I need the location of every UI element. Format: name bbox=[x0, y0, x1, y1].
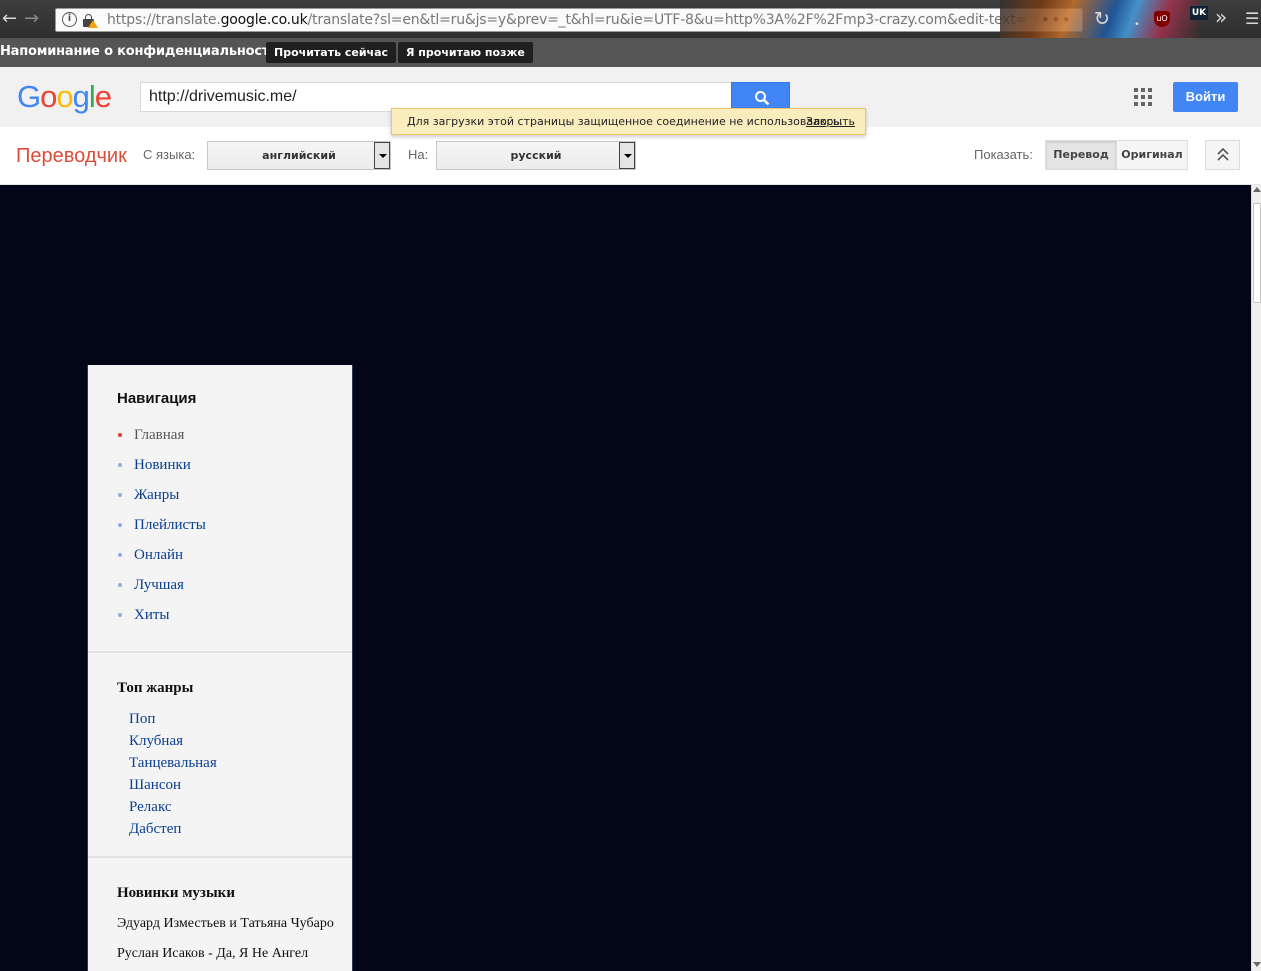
from-language-label: С языка: bbox=[143, 147, 196, 162]
dropdown-arrow-icon[interactable] bbox=[619, 142, 635, 169]
show-label: Показать: bbox=[974, 147, 1033, 162]
notice-close-link[interactable]: Закрыть bbox=[806, 109, 855, 134]
page-scrollbar[interactable] bbox=[1251, 185, 1261, 971]
nav-item-best[interactable]: Лучшая bbox=[117, 577, 352, 607]
url-suffix: /translate?sl=en&tl=ru&js=y&prev=_t&hl=r… bbox=[307, 12, 1028, 28]
navigation-section: Навигация Главная Новинки Жанры Плейлист… bbox=[88, 365, 352, 653]
new-music-section: Новинки музыки Эдуард Изместьев и Татьян… bbox=[88, 858, 352, 971]
new-track-link[interactable]: Руслан Исаков - Да, Я Не Ангел bbox=[117, 946, 352, 971]
apps-grid-icon[interactable] bbox=[1134, 88, 1152, 106]
browser-toolbar: ← → i https://translate.google.co.uk/tra… bbox=[0, 0, 1261, 38]
genre-list: Поп Клубная Танцевальная Шансон Релакс Д… bbox=[117, 711, 352, 843]
logo-letter: o bbox=[56, 79, 73, 114]
dropdown-arrow-icon[interactable] bbox=[374, 142, 390, 169]
scroll-thumb[interactable] bbox=[1253, 203, 1261, 303]
notice-text: Для загрузки этой страницы защищенное со… bbox=[407, 115, 843, 128]
logo-letter: o bbox=[40, 79, 57, 114]
logo-letter: g bbox=[72, 79, 90, 114]
nav-item-genres[interactable]: Жанры bbox=[117, 487, 352, 517]
to-language-label: На: bbox=[408, 147, 429, 162]
collapse-toolbar-button[interactable] bbox=[1205, 140, 1240, 170]
back-icon[interactable]: ← bbox=[2, 8, 17, 30]
genre-link[interactable]: Клубная bbox=[129, 733, 352, 755]
ublock-icon[interactable]: uO bbox=[1154, 11, 1170, 27]
nav-item-home[interactable]: Главная bbox=[117, 427, 352, 457]
translator-bar: Переводчик С языка: английский На: русск… bbox=[0, 127, 1261, 185]
read-now-button[interactable]: Прочитать сейчас bbox=[266, 42, 397, 63]
to-language-select[interactable]: русский bbox=[436, 141, 636, 170]
reload-icon[interactable]: ↻ bbox=[1094, 8, 1110, 30]
search-icon bbox=[755, 91, 770, 106]
genre-link[interactable]: Дабстеп bbox=[129, 821, 352, 843]
from-language-select[interactable]: английский bbox=[207, 141, 391, 170]
nav-item-new[interactable]: Новинки bbox=[117, 457, 352, 487]
scroll-down-icon[interactable] bbox=[1253, 962, 1261, 967]
info-icon[interactable]: i bbox=[62, 12, 77, 27]
url-text[interactable]: https://translate.google.co.uk/translate… bbox=[107, 12, 1027, 28]
privacy-reminder-text: Напоминание о конфиденциальности bbox=[0, 44, 279, 59]
genre-link[interactable]: Танцевальная bbox=[129, 755, 352, 777]
insecure-lock-icon[interactable] bbox=[83, 14, 98, 28]
read-later-button[interactable]: Я прочитаю позже bbox=[398, 42, 533, 63]
scroll-up-icon[interactable] bbox=[1253, 187, 1261, 192]
navigation-list: Главная Новинки Жанры Плейлисты Онлайн Л… bbox=[117, 427, 352, 637]
top-genres-section: Топ жанры Поп Клубная Танцевальная Шансо… bbox=[88, 653, 352, 858]
double-chevron-up-icon bbox=[1217, 148, 1229, 161]
address-bar[interactable]: i https://translate.google.co.uk/transla… bbox=[55, 8, 1083, 32]
insecure-connection-notice: Для загрузки этой страницы защищенное со… bbox=[391, 108, 866, 135]
top-genres-title: Топ жанры bbox=[117, 680, 194, 696]
url-prefix: https://translate. bbox=[107, 12, 221, 28]
new-track-link[interactable]: Эдуард Изместьев и Татьяна Чубаро bbox=[117, 916, 352, 946]
genre-link[interactable]: Шансон bbox=[129, 777, 352, 799]
logo-letter: G bbox=[17, 79, 41, 114]
hamburger-menu-icon[interactable]: ☰ bbox=[1245, 8, 1259, 30]
site-sidebar: Навигация Главная Новинки Жанры Плейлист… bbox=[87, 365, 353, 971]
translated-page-frame: Навигация Главная Новинки Жанры Плейлист… bbox=[0, 185, 1251, 971]
genre-link[interactable]: Релакс bbox=[129, 799, 352, 821]
genre-link[interactable]: Поп bbox=[129, 711, 352, 733]
nav-item-hits[interactable]: Хиты bbox=[117, 607, 352, 637]
show-original-button[interactable]: Оригинал bbox=[1116, 140, 1188, 170]
google-logo[interactable]: Google bbox=[17, 79, 112, 115]
new-music-title: Новинки музыки bbox=[117, 885, 235, 901]
sign-in-button[interactable]: Войти bbox=[1173, 82, 1238, 112]
uk-flag-icon[interactable]: UK bbox=[1190, 6, 1208, 20]
show-translation-button[interactable]: Перевод bbox=[1045, 140, 1117, 170]
privacy-reminder-bar: Напоминание о конфиденциальности Прочита… bbox=[0, 38, 1261, 67]
nav-item-playlists[interactable]: Плейлисты bbox=[117, 517, 352, 547]
logo-letter: e bbox=[94, 79, 112, 114]
from-language-value: английский bbox=[262, 149, 336, 162]
navigation-title: Навигация bbox=[117, 390, 197, 407]
new-music-list: Эдуард Изместьев и Татьяна Чубаро Руслан… bbox=[117, 916, 352, 971]
forward-icon[interactable]: → bbox=[24, 8, 39, 30]
overflow-chevron-icon[interactable]: » bbox=[1215, 6, 1227, 28]
translator-title[interactable]: Переводчик bbox=[16, 145, 127, 168]
nav-item-online[interactable]: Онлайн bbox=[117, 547, 352, 577]
url-domain: google.co.uk bbox=[220, 12, 308, 28]
extension-icon[interactable]: • bbox=[1134, 14, 1140, 36]
to-language-value: русский bbox=[510, 149, 562, 162]
